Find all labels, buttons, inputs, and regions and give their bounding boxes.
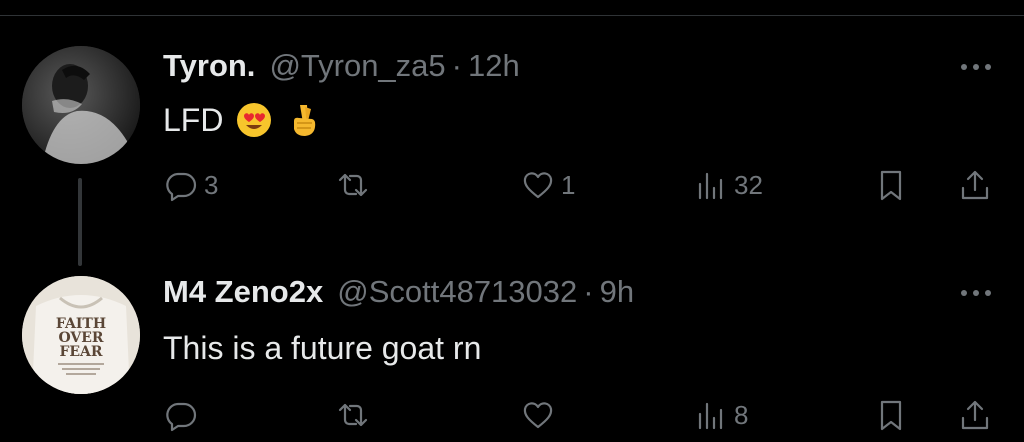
views-count: 32: [734, 169, 763, 200]
repost-button[interactable]: [336, 168, 376, 202]
tweet-text: LFD: [163, 98, 323, 142]
avatar-photo: [22, 46, 140, 164]
views-count: 8: [734, 399, 749, 430]
more-options-icon[interactable]: [956, 283, 996, 303]
reply-button[interactable]: 3: [164, 168, 218, 202]
display-name[interactable]: Tyron.: [163, 48, 255, 84]
svg-text:FEAR: FEAR: [59, 344, 102, 360]
bookmark-icon: [880, 170, 902, 201]
tweet-text-content: This is a future goat rn: [163, 329, 482, 366]
share-button[interactable]: [958, 398, 992, 432]
heart-icon: [523, 172, 553, 199]
tweet-text-content: LFD: [163, 101, 224, 138]
heart-icon: [523, 402, 553, 429]
bookmark-icon: [880, 400, 902, 431]
like-button[interactable]: [521, 398, 561, 432]
avatar-photo: FAITH OVER FEAR: [22, 276, 140, 394]
tweet-actions: 8: [0, 396, 1024, 440]
tweet-text: This is a future goat rn: [163, 326, 481, 370]
separator: ·: [451, 48, 462, 83]
share-button[interactable]: [958, 168, 992, 202]
separator: ·: [583, 274, 594, 309]
views-icon: [698, 402, 723, 430]
share-icon: [961, 400, 989, 430]
tweet-actions: 3 1 32: [0, 166, 1024, 210]
timestamp[interactable]: 12h: [468, 48, 520, 84]
repost-button[interactable]: [336, 398, 376, 432]
reply-button[interactable]: [164, 398, 204, 432]
bookmark-button[interactable]: [874, 168, 908, 202]
share-icon: [961, 170, 989, 200]
timestamp[interactable]: 9h: [600, 274, 634, 310]
repost-icon: [338, 403, 368, 427]
reply-icon: [166, 402, 197, 432]
avatar[interactable]: FAITH OVER FEAR: [22, 276, 140, 394]
tweet-header: Tyron. @Tyron_za5 · 12h: [163, 48, 520, 88]
more-options-icon[interactable]: [956, 57, 996, 77]
tweet-header: M4 Zeno2x @Scott48713032 · 9h: [163, 274, 634, 314]
reply-count: 3: [204, 169, 219, 200]
views-icon: [698, 172, 723, 200]
views-button[interactable]: 8: [694, 398, 748, 432]
repost-icon: [338, 173, 368, 197]
like-count: 1: [561, 169, 576, 200]
avatar[interactable]: [22, 46, 140, 164]
like-button[interactable]: 1: [521, 168, 575, 202]
heart-eyes-emoji: [237, 103, 272, 137]
display-name[interactable]: M4 Zeno2x: [163, 274, 323, 310]
reply-icon: [166, 172, 197, 202]
reply-tweet[interactable]: FAITH OVER FEAR M4 Zeno2x @Scott48713032…: [0, 230, 1024, 442]
crossed-fingers-emoji: [294, 105, 316, 136]
views-button[interactable]: 32: [694, 168, 763, 202]
reply-tweet[interactable]: Tyron. @Tyron_za5 · 12h LFD 3 1 32: [0, 0, 1024, 230]
user-handle[interactable]: @Tyron_za5: [269, 48, 445, 84]
user-handle[interactable]: @Scott48713032: [337, 274, 577, 310]
bookmark-button[interactable]: [874, 398, 908, 432]
